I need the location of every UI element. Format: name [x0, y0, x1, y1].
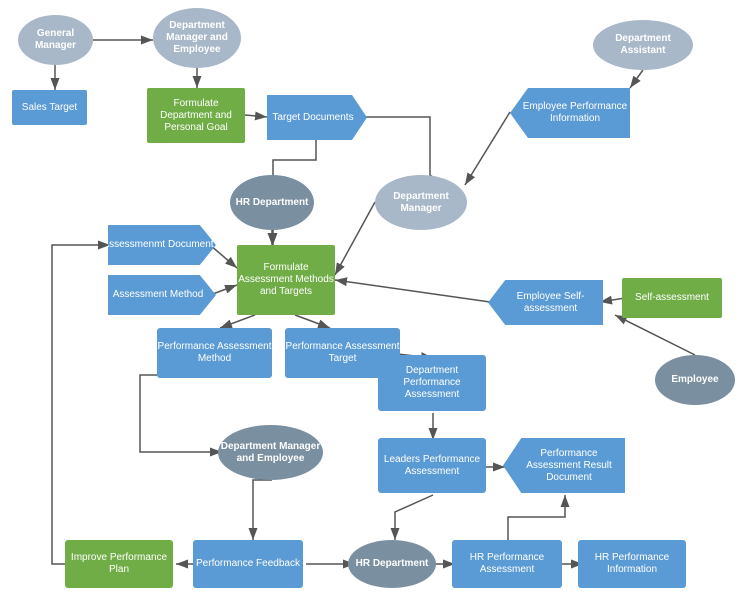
perf-feedback-node: Performance Feedback [193, 540, 303, 588]
dept-mgr-mid-node: Department Manager [375, 175, 467, 230]
dept-mgr-emp-top-node: Department Manager and Employee [153, 8, 241, 68]
formulate-dept-goal-node: Formulate Department and Personal Goal [147, 88, 245, 143]
target-documents-node: Target Documents [267, 95, 367, 140]
hr-dept-top-node: HR Department [230, 175, 314, 230]
assessment-doc-node: Assessmenmt Document [108, 225, 216, 265]
hr-perf-assess-node: HR Performance Assessment [452, 540, 562, 588]
perf-assess-result-node: Performance Assessment Result Document [503, 438, 625, 493]
emp-self-assessment-node: Employee Self-assessment [488, 280, 603, 325]
emp-perf-info-node: Employee Performance Information [510, 88, 630, 138]
dept-perf-assess-node: Department Performance Assessment [378, 355, 486, 411]
hr-perf-info-node: HR Performance Information [578, 540, 686, 588]
perf-assess-method-node: Performance Assessment Method [157, 328, 272, 378]
leaders-perf-assess-node: Leaders Performance Assessment [378, 438, 486, 493]
dept-mgr-emp-bottom-node: Department Manager and Employee [218, 425, 323, 480]
dept-assistant-node: Department Assistant [593, 20, 693, 70]
improve-perf-plan-node: Improve Performance Plan [65, 540, 173, 588]
diagram-container: General Manager Department Manager and E… [0, 0, 749, 604]
hr-dept-bottom-node: HR Department [348, 540, 436, 588]
employee-node: Employee [655, 355, 735, 405]
formulate-assessment-node: Formulate Assessment Methods and Targets [237, 245, 335, 315]
sales-target-node: Sales Target [12, 90, 87, 125]
general-manager-node: General Manager [18, 15, 93, 65]
assessment-method-node: Assessment Method [108, 275, 216, 315]
self-assessment-node: Self-assessment [622, 278, 722, 318]
